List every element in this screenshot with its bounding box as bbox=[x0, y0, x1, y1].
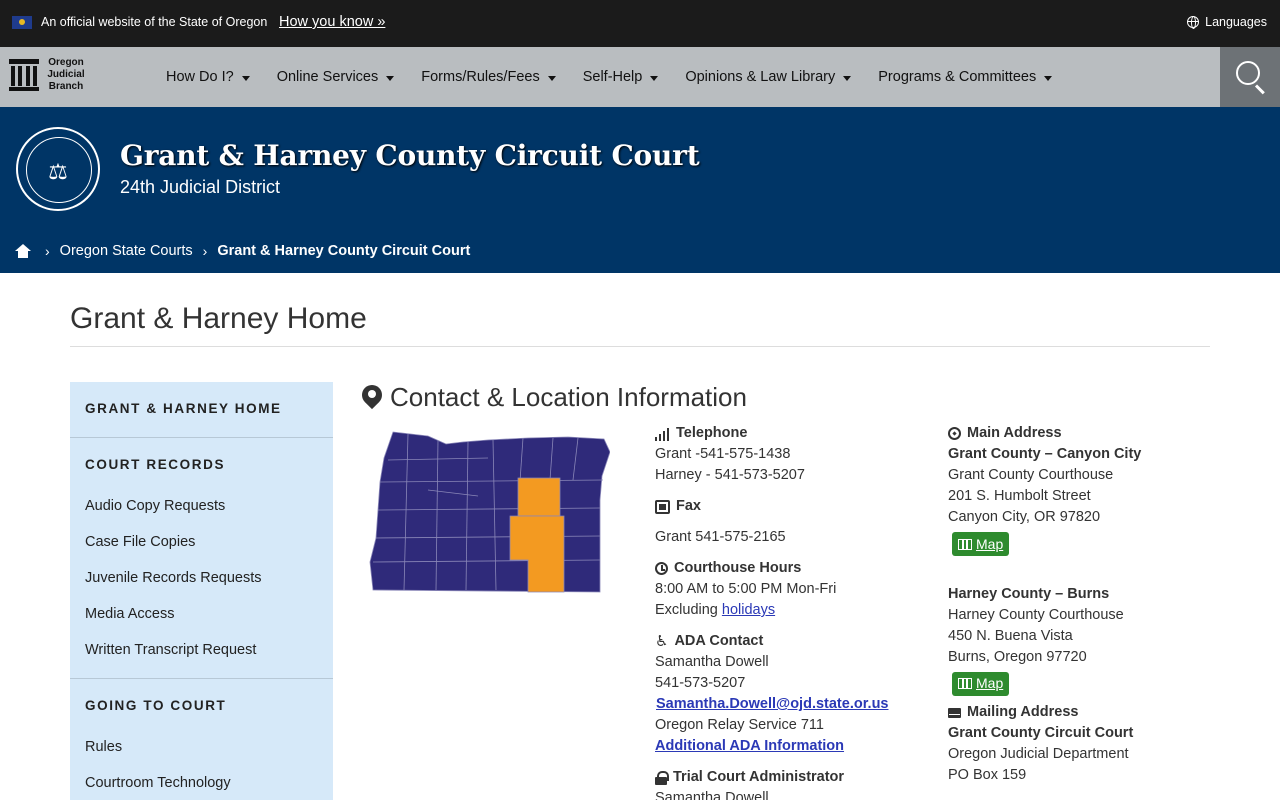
caret-down-icon bbox=[650, 75, 659, 81]
nav-self-help[interactable]: Self-Help bbox=[583, 69, 659, 85]
sidebar-heading-going-to-court[interactable]: GOING TO COURT bbox=[70, 698, 226, 713]
caret-down-icon bbox=[1044, 75, 1053, 81]
sidebar: GRANT & HARNEY HOME COURT RECORDS Audio … bbox=[70, 382, 333, 800]
mail-heading: Grant County Circuit Court bbox=[948, 725, 1134, 741]
wheelchair-icon: ♿ bbox=[655, 633, 669, 650]
how-you-know-link[interactable]: How you know » bbox=[279, 14, 385, 30]
caret-down-icon bbox=[843, 75, 852, 81]
official-site-text: An official website of the State of Oreg… bbox=[41, 15, 268, 29]
sidebar-home-link[interactable]: GRANT & HARNEY HOME bbox=[70, 401, 282, 416]
telephone-label: Telephone bbox=[655, 423, 925, 444]
ada-phone: 541-573-5207 bbox=[655, 675, 746, 691]
holidays-link[interactable]: holidays bbox=[722, 602, 775, 618]
main-address-label: Main Address bbox=[948, 423, 1228, 444]
logo-text: Oregon Judicial Branch bbox=[47, 57, 85, 92]
breadcrumb: › Oregon State Courts › Grant & Harney C… bbox=[15, 243, 470, 259]
divider bbox=[70, 346, 1210, 347]
official-banner: An official website of the State of Oreg… bbox=[0, 0, 1280, 47]
sidebar-item-written-transcript-request[interactable]: Written Transcript Request bbox=[85, 642, 256, 658]
chevron-right-icon: › bbox=[45, 243, 50, 259]
caret-down-icon bbox=[386, 75, 395, 81]
fax-grant: Grant 541-575-2165 bbox=[655, 529, 786, 545]
sidebar-item-juvenile-records-requests[interactable]: Juvenile Records Requests bbox=[85, 570, 262, 586]
grant-address-heading: Grant County – Canyon City bbox=[948, 446, 1142, 462]
map-icon bbox=[958, 678, 972, 689]
fax-icon bbox=[655, 499, 670, 514]
main-navigation: Oregon Judicial Branch How Do I? Online … bbox=[0, 47, 1280, 107]
hours-label: Courthouse Hours bbox=[655, 558, 925, 579]
search-button[interactable] bbox=[1220, 47, 1280, 107]
holidays-line: Excluding holidays bbox=[655, 602, 776, 618]
sidebar-item-case-file-copies[interactable]: Case File Copies bbox=[85, 534, 195, 550]
mail-line1: Oregon Judicial Department bbox=[948, 746, 1129, 762]
search-icon bbox=[1236, 61, 1260, 85]
nav-programs-committees[interactable]: Programs & Committees bbox=[878, 69, 1053, 85]
phone-grant: Grant -541-575-1438 bbox=[655, 446, 791, 462]
address-info: Main Address Grant County – Canyon City … bbox=[948, 423, 1228, 786]
grant-county-highlight bbox=[517, 477, 561, 517]
grant-address-line2: 201 S. Humbolt Street bbox=[948, 488, 1091, 504]
sidebar-heading-court-records[interactable]: COURT RECORDS bbox=[70, 457, 225, 472]
chevron-right-icon: › bbox=[202, 243, 208, 259]
harney-address-line2: 450 N. Buena Vista bbox=[948, 627, 1073, 644]
grant-address-line1: Grant County Courthouse bbox=[948, 467, 1114, 483]
courthouse-pillars-icon bbox=[9, 59, 39, 91]
sidebar-divider bbox=[70, 437, 333, 438]
map-marker-icon bbox=[362, 385, 382, 411]
grant-map-button[interactable]: Map bbox=[952, 532, 1010, 556]
ada-info-link[interactable]: Additional ADA Information bbox=[655, 738, 844, 754]
envelope-icon bbox=[948, 707, 961, 718]
sidebar-divider bbox=[70, 678, 333, 679]
tca-name: Samantha Dowell bbox=[655, 790, 769, 800]
court-banner: ⚖ Grant & Harney County Circuit Court 24… bbox=[0, 107, 1280, 273]
ada-label: ♿ ADA Contact bbox=[655, 633, 764, 650]
scales-icon: ⚖ bbox=[48, 159, 68, 184]
caret-down-icon bbox=[547, 75, 556, 81]
compass-icon bbox=[948, 427, 961, 440]
globe-icon bbox=[1187, 16, 1200, 29]
sidebar-item-rules[interactable]: Rules bbox=[85, 739, 122, 755]
fax-label: Fax bbox=[655, 496, 925, 517]
contact-heading: Contact & Location Information bbox=[362, 382, 747, 413]
oregon-flag-icon bbox=[12, 16, 32, 29]
nav-how-do-i[interactable]: How Do I? bbox=[166, 69, 250, 85]
nav-menu: How Do I? Online Services Forms/Rules/Fe… bbox=[166, 47, 1079, 107]
nav-online-services[interactable]: Online Services bbox=[277, 69, 395, 85]
nav-opinions-law-library[interactable]: Opinions & Law Library bbox=[685, 69, 852, 85]
nav-forms-rules-fees[interactable]: Forms/Rules/Fees bbox=[421, 69, 556, 85]
breadcrumb-oregon-state-courts[interactable]: Oregon State Courts bbox=[60, 243, 193, 259]
hours-text: 8:00 AM to 5:00 PM Mon-Fri bbox=[655, 581, 837, 597]
harney-map-button[interactable]: Map bbox=[952, 671, 1010, 696]
languages-label: Languages bbox=[1205, 15, 1267, 29]
lock-icon bbox=[655, 770, 669, 785]
harney-address-line1: Harney County Courthouse bbox=[948, 606, 1124, 623]
district-subtitle: 24th Judicial District bbox=[120, 177, 281, 197]
caret-down-icon bbox=[241, 75, 250, 81]
tca-label: Trial Court Administrator bbox=[655, 767, 925, 788]
grant-address-line3: Canyon City, OR 97820 bbox=[948, 509, 1101, 525]
phone-harney: Harney - 541-573-5207 bbox=[655, 467, 805, 483]
ojd-logo[interactable]: Oregon Judicial Branch bbox=[9, 57, 89, 95]
sidebar-item-audio-copy-requests[interactable]: Audio Copy Requests bbox=[85, 498, 225, 514]
home-icon[interactable] bbox=[15, 244, 31, 258]
mail-line2: PO Box 159 bbox=[948, 767, 1027, 783]
contact-info: Telephone Grant -541-575-1438 Harney - 5… bbox=[655, 423, 925, 800]
mailing-address-label: Mailing Address bbox=[948, 702, 1228, 723]
languages-button[interactable]: Languages bbox=[1187, 15, 1267, 29]
ada-name: Samantha Dowell bbox=[655, 654, 769, 670]
harney-address-heading: Harney County – Burns bbox=[948, 585, 1110, 602]
signal-icon bbox=[655, 427, 670, 441]
map-icon bbox=[958, 538, 972, 550]
harney-address-line3: Burns, Oregon 97720 bbox=[948, 648, 1087, 665]
court-title: Grant & Harney County Circuit Court bbox=[120, 139, 700, 172]
clock-icon bbox=[655, 562, 668, 575]
ada-email-link[interactable]: Samantha.Dowell@ojd.state.or.us bbox=[656, 696, 889, 712]
sidebar-item-media-access[interactable]: Media Access bbox=[85, 606, 174, 622]
judicial-department-seal: ⚖ bbox=[16, 127, 100, 211]
page-title: Grant & Harney Home bbox=[70, 302, 367, 335]
breadcrumb-current: Grant & Harney County Circuit Court bbox=[217, 243, 471, 259]
relay-service: Oregon Relay Service 711 bbox=[655, 717, 824, 733]
sidebar-item-courtroom-technology[interactable]: Courtroom Technology bbox=[85, 775, 231, 791]
oregon-county-map bbox=[369, 431, 610, 593]
